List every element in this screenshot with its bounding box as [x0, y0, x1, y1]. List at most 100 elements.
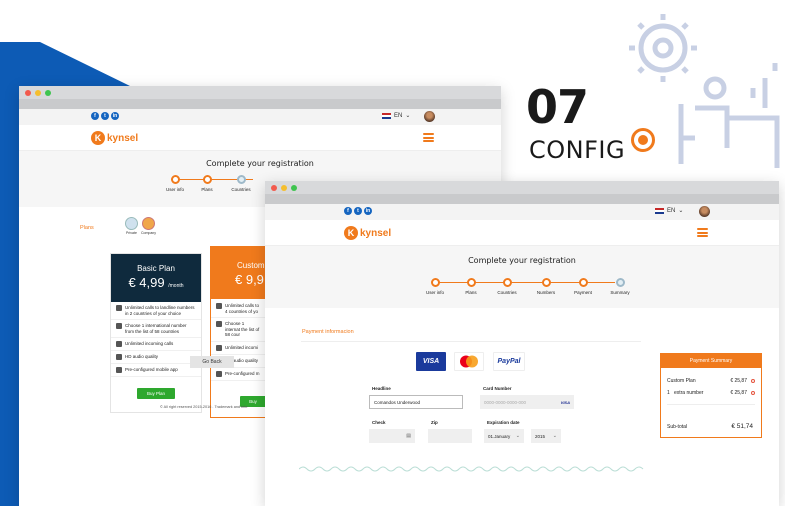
avatar[interactable] [699, 206, 710, 217]
private-label: Private [126, 231, 137, 235]
step-user-info[interactable]: User info [415, 278, 455, 295]
basic-plan-price: € 4,99 [128, 275, 165, 290]
uk-flag-icon [382, 112, 391, 119]
step-plans[interactable]: Plans [455, 278, 487, 295]
plans-label: Plans [80, 225, 94, 231]
step-numbers[interactable]: Numbers [527, 278, 565, 295]
language-label: EN [667, 207, 676, 214]
wavy-divider [299, 466, 644, 472]
headline-input[interactable]: Comandos Underwood [369, 395, 463, 409]
phone-icon [116, 305, 122, 311]
registration-title: Complete your registration [206, 159, 314, 168]
custom-plan-header: Custom € 9,9 [211, 247, 265, 299]
basic-plan-name: Basic Plan [137, 264, 175, 273]
maximize-dot-icon[interactable] [291, 184, 297, 191]
visa-logo[interactable]: VISA [416, 352, 446, 371]
subtotal-value: € 51,74 [731, 423, 753, 430]
step-plans[interactable]: Plans [191, 175, 223, 192]
close-dot-icon[interactable] [25, 89, 31, 96]
mobile-icon [216, 370, 222, 377]
avatar[interactable] [424, 111, 435, 122]
window-chrome [19, 86, 501, 99]
top-bar: f t in EN ⌄ [265, 204, 779, 220]
stepper: User info Plans Countries Numbers Paymen… [415, 278, 639, 295]
feature-item: Unlimited calls to landline numbers in 2… [111, 302, 201, 320]
check-input[interactable]: ▤ [369, 429, 415, 443]
social-links: f t in [91, 112, 119, 120]
paypal-logo[interactable]: PayPal [493, 352, 525, 371]
address-bar[interactable] [265, 194, 779, 204]
number-icon [216, 321, 222, 327]
step-countries[interactable]: Countries [223, 175, 259, 192]
check-label: Check [372, 420, 386, 425]
basic-plan-period: /month [168, 283, 184, 289]
browser-window-payment: f t in EN ⌄ K kynsel Complete your regis… [265, 181, 779, 506]
address-bar[interactable] [19, 99, 501, 109]
hamburger-menu-icon[interactable] [697, 228, 708, 237]
remove-icon[interactable] [751, 379, 755, 383]
step-payment[interactable]: Payment [565, 278, 601, 295]
registration-header: Complete your registration User info Pla… [265, 246, 779, 308]
company-icon[interactable] [142, 217, 155, 230]
step-user-info[interactable]: User info [159, 175, 191, 192]
stage: 07 CONFIG f t in EN ⌄ K kynsel Complete … [0, 0, 785, 506]
company-label: Company [141, 231, 156, 235]
window-chrome [265, 181, 779, 194]
payment-summary-title: Payment Summary [661, 354, 761, 368]
linkedin-icon[interactable]: in [111, 112, 119, 120]
number-icon [116, 323, 122, 329]
language-selector[interactable]: EN ⌄ [382, 112, 410, 119]
mastercard-icon [460, 355, 478, 368]
month-select[interactable]: 01.January ⌄ [484, 429, 524, 443]
minimize-dot-icon[interactable] [281, 184, 287, 191]
incoming-call-icon [216, 344, 222, 351]
logo[interactable]: K kynsel [344, 226, 391, 240]
zip-input[interactable] [428, 429, 472, 443]
radio-ring-icon [631, 128, 655, 152]
year-select[interactable]: 2015 ⌄ [531, 429, 561, 443]
headline-value: Comandos Underwood [374, 399, 421, 405]
feature-item: Choose 1 internat the list of 58 cour [211, 318, 265, 342]
step-word: CONFIG [529, 136, 626, 164]
headline-label: Headline [372, 386, 391, 391]
maximize-dot-icon[interactable] [45, 89, 51, 96]
facebook-icon[interactable]: f [91, 112, 99, 120]
card-number-input[interactable]: 0000-0000-0000-000 VISA [480, 395, 574, 409]
remove-icon[interactable] [751, 391, 755, 395]
close-dot-icon[interactable] [271, 184, 277, 191]
go-back-button[interactable]: Go Back [190, 356, 234, 368]
language-label: EN [394, 112, 403, 119]
step-summary[interactable]: Summary [601, 278, 639, 295]
chevron-down-icon: ⌄ [552, 433, 557, 439]
mastercard-logo[interactable] [454, 352, 484, 371]
step-countries[interactable]: Countries [487, 278, 527, 295]
linkedin-icon[interactable]: in [364, 207, 372, 215]
minimize-dot-icon[interactable] [35, 89, 41, 96]
private-user-icon[interactable] [125, 217, 138, 230]
navbar: K kynsel [19, 125, 501, 151]
registration-title: Complete your registration [468, 256, 576, 265]
month-value: 01.January [488, 433, 511, 439]
uk-flag-icon [655, 207, 664, 214]
logo-text: kynsel [107, 132, 139, 144]
feature-item: Pre-configured m [211, 368, 265, 381]
logo[interactable]: K kynsel [91, 131, 138, 145]
feature-item: Unlimited incoming calls [111, 338, 201, 351]
chevron-down-icon: ⌄ [678, 208, 684, 214]
twitter-icon[interactable]: t [354, 207, 362, 215]
chevron-down-icon: ⌄ [515, 433, 520, 439]
social-links: f t in [344, 207, 372, 215]
year-value: 2015 [535, 433, 546, 439]
language-selector[interactable]: EN ⌄ [655, 207, 683, 214]
payment-info-title: Payment informacion [302, 329, 354, 335]
buy-basic-plan-button[interactable]: Buy Plan [137, 388, 175, 399]
feature-item: HD audio quality [111, 351, 201, 364]
feature-item: Unlimited incomi [211, 342, 265, 355]
feature-item: Choose 1 international number from the l… [111, 320, 201, 338]
feature-item: Unlimited calls to 4 countries of yo [211, 299, 265, 318]
phone-icon [216, 303, 222, 309]
facebook-icon[interactable]: f [344, 207, 352, 215]
custom-plan-name: Custom [237, 261, 265, 270]
twitter-icon[interactable]: t [101, 112, 109, 120]
hamburger-menu-icon[interactable] [423, 133, 434, 142]
